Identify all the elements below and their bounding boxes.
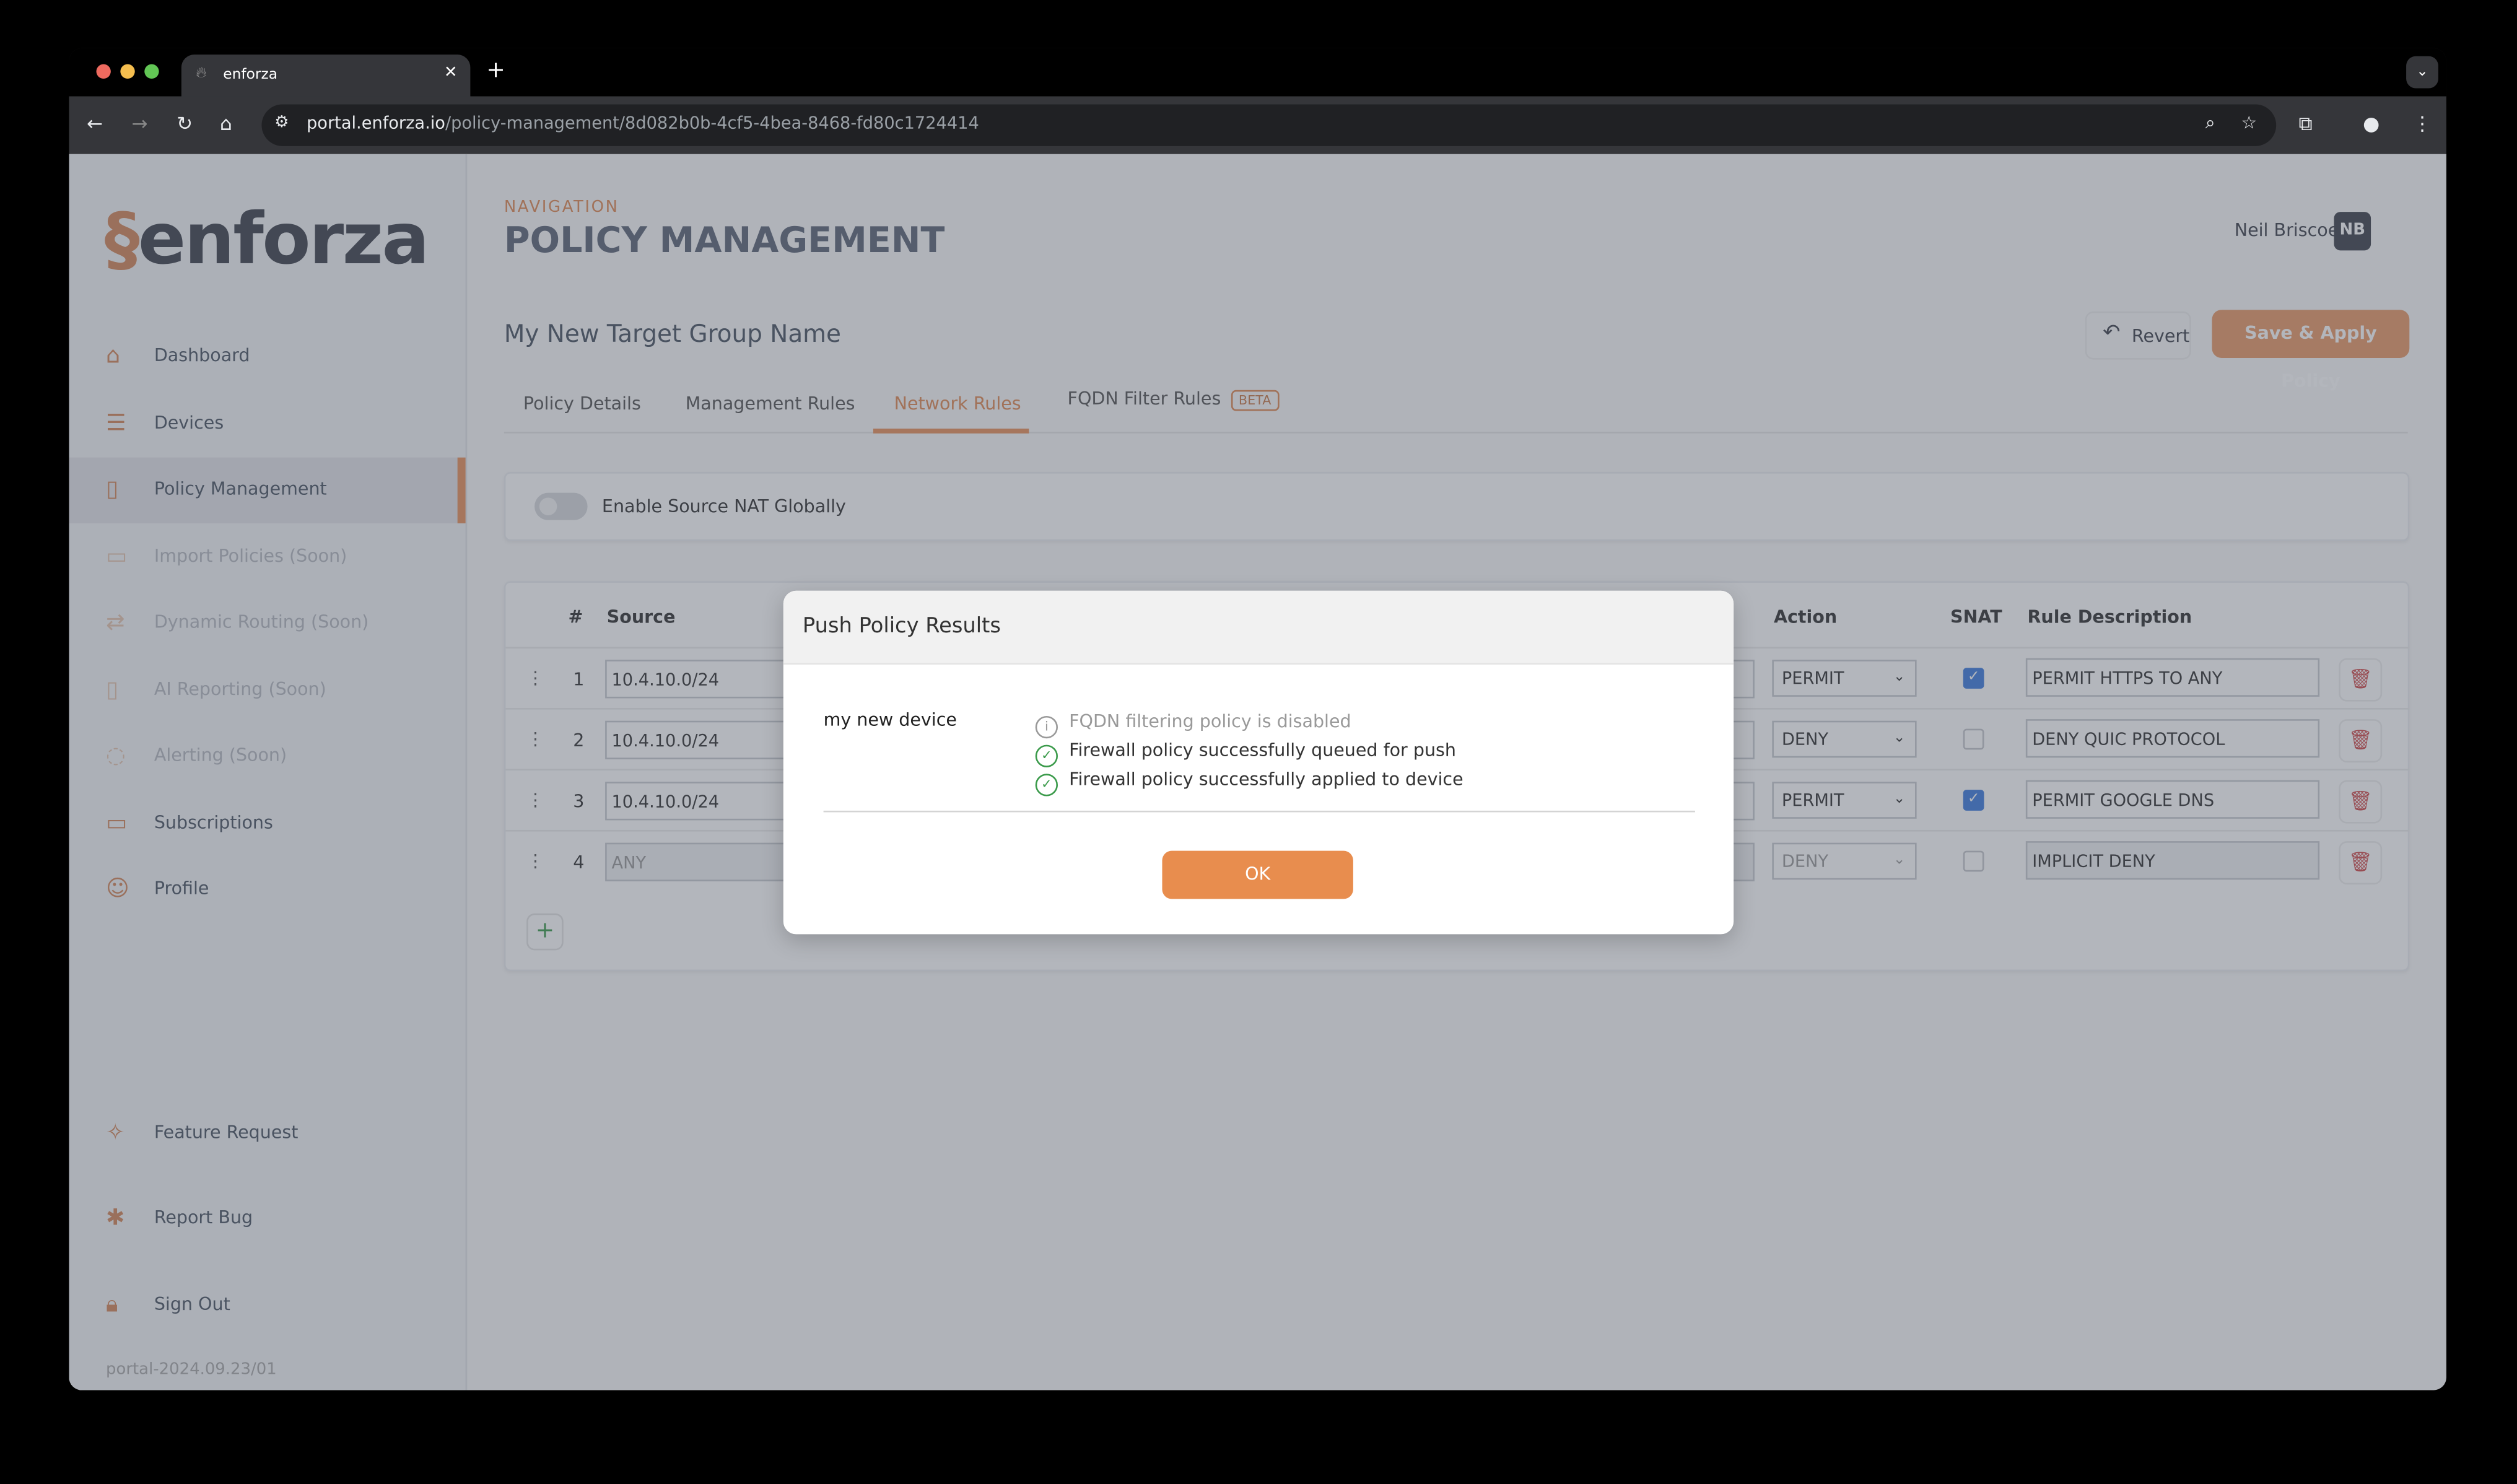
- forward-icon[interactable]: →: [132, 112, 148, 134]
- push-policy-results-dialog: Push Policy Results my new device i FQDN …: [783, 590, 1734, 935]
- message-text: Firewall policy successfully queued for …: [1069, 740, 1456, 761]
- browser-tab[interactable]: 🔥︎ enforza ✕: [181, 55, 471, 97]
- close-tab-icon[interactable]: ✕: [444, 64, 458, 82]
- url-host: portal.enforza.io: [307, 114, 445, 134]
- divider: [823, 810, 1695, 813]
- extensions-icon[interactable]: ⧉: [2298, 112, 2312, 136]
- menu-icon[interactable]: ⋮: [2412, 112, 2432, 134]
- message-text: Firewall policy successfully applied to …: [1069, 769, 1464, 790]
- tab-search-icon[interactable]: ⌄: [2406, 56, 2438, 89]
- browser-window: 🔥︎ enforza ✕ + ⌄ ← → ↻ ⌂ ⚙ portal.enforz…: [69, 48, 2446, 1390]
- home-icon[interactable]: ⌂: [220, 112, 232, 134]
- info-icon: i: [1035, 715, 1058, 739]
- new-tab-icon[interactable]: +: [486, 58, 505, 83]
- minimize-window-button[interactable]: [120, 64, 135, 79]
- dialog-header: Push Policy Results: [783, 590, 1734, 665]
- tab-bar: 🔥︎ enforza ✕ + ⌄: [69, 48, 2446, 97]
- result-message: ✓ Firewall policy successfully queued for…: [1035, 740, 1456, 767]
- flame-icon: 🔥︎: [196, 66, 207, 82]
- maximize-window-button[interactable]: [144, 64, 159, 79]
- close-window-button[interactable]: [96, 64, 111, 79]
- profile-icon[interactable]: ●: [2363, 112, 2380, 134]
- result-message: i FQDN filtering policy is disabled: [1035, 711, 1351, 739]
- zoom-icon[interactable]: ⌕: [2205, 112, 2215, 134]
- reload-icon[interactable]: ↻: [177, 112, 193, 134]
- result-message: ✓ Firewall policy successfully applied to…: [1035, 769, 1464, 797]
- back-icon[interactable]: ←: [87, 112, 103, 134]
- dialog-title: Push Policy Results: [802, 614, 1001, 639]
- bookmark-star-icon[interactable]: ☆: [2241, 112, 2257, 133]
- browser-toolbar: ← → ↻ ⌂ ⚙ portal.enforza.io/policy-manag…: [69, 96, 2446, 154]
- url-text: portal.enforza.io/policy-management/8d08…: [307, 114, 979, 133]
- site-settings-icon[interactable]: ⚙: [274, 114, 289, 132]
- screen: 🔥︎ enforza ✕ + ⌄ ← → ↻ ⌂ ⚙ portal.enforz…: [0, 0, 2517, 1483]
- message-text: FQDN filtering policy is disabled: [1069, 711, 1351, 732]
- tab-title: enforza: [223, 67, 278, 84]
- app-page: §enforza ⌂ Dashboard ☰ Devices ▯ Policy Man…: [69, 154, 2446, 1390]
- ok-button[interactable]: OK: [1162, 850, 1353, 899]
- check-circle-icon: ✓: [1035, 744, 1058, 767]
- device-name: my new device: [823, 709, 957, 731]
- url-path: /policy-management/8d082b0b-4cf5-4bea-84…: [445, 114, 979, 134]
- check-circle-icon: ✓: [1035, 774, 1058, 797]
- address-bar[interactable]: ⚙ portal.enforza.io/policy-management/8d…: [261, 104, 2277, 146]
